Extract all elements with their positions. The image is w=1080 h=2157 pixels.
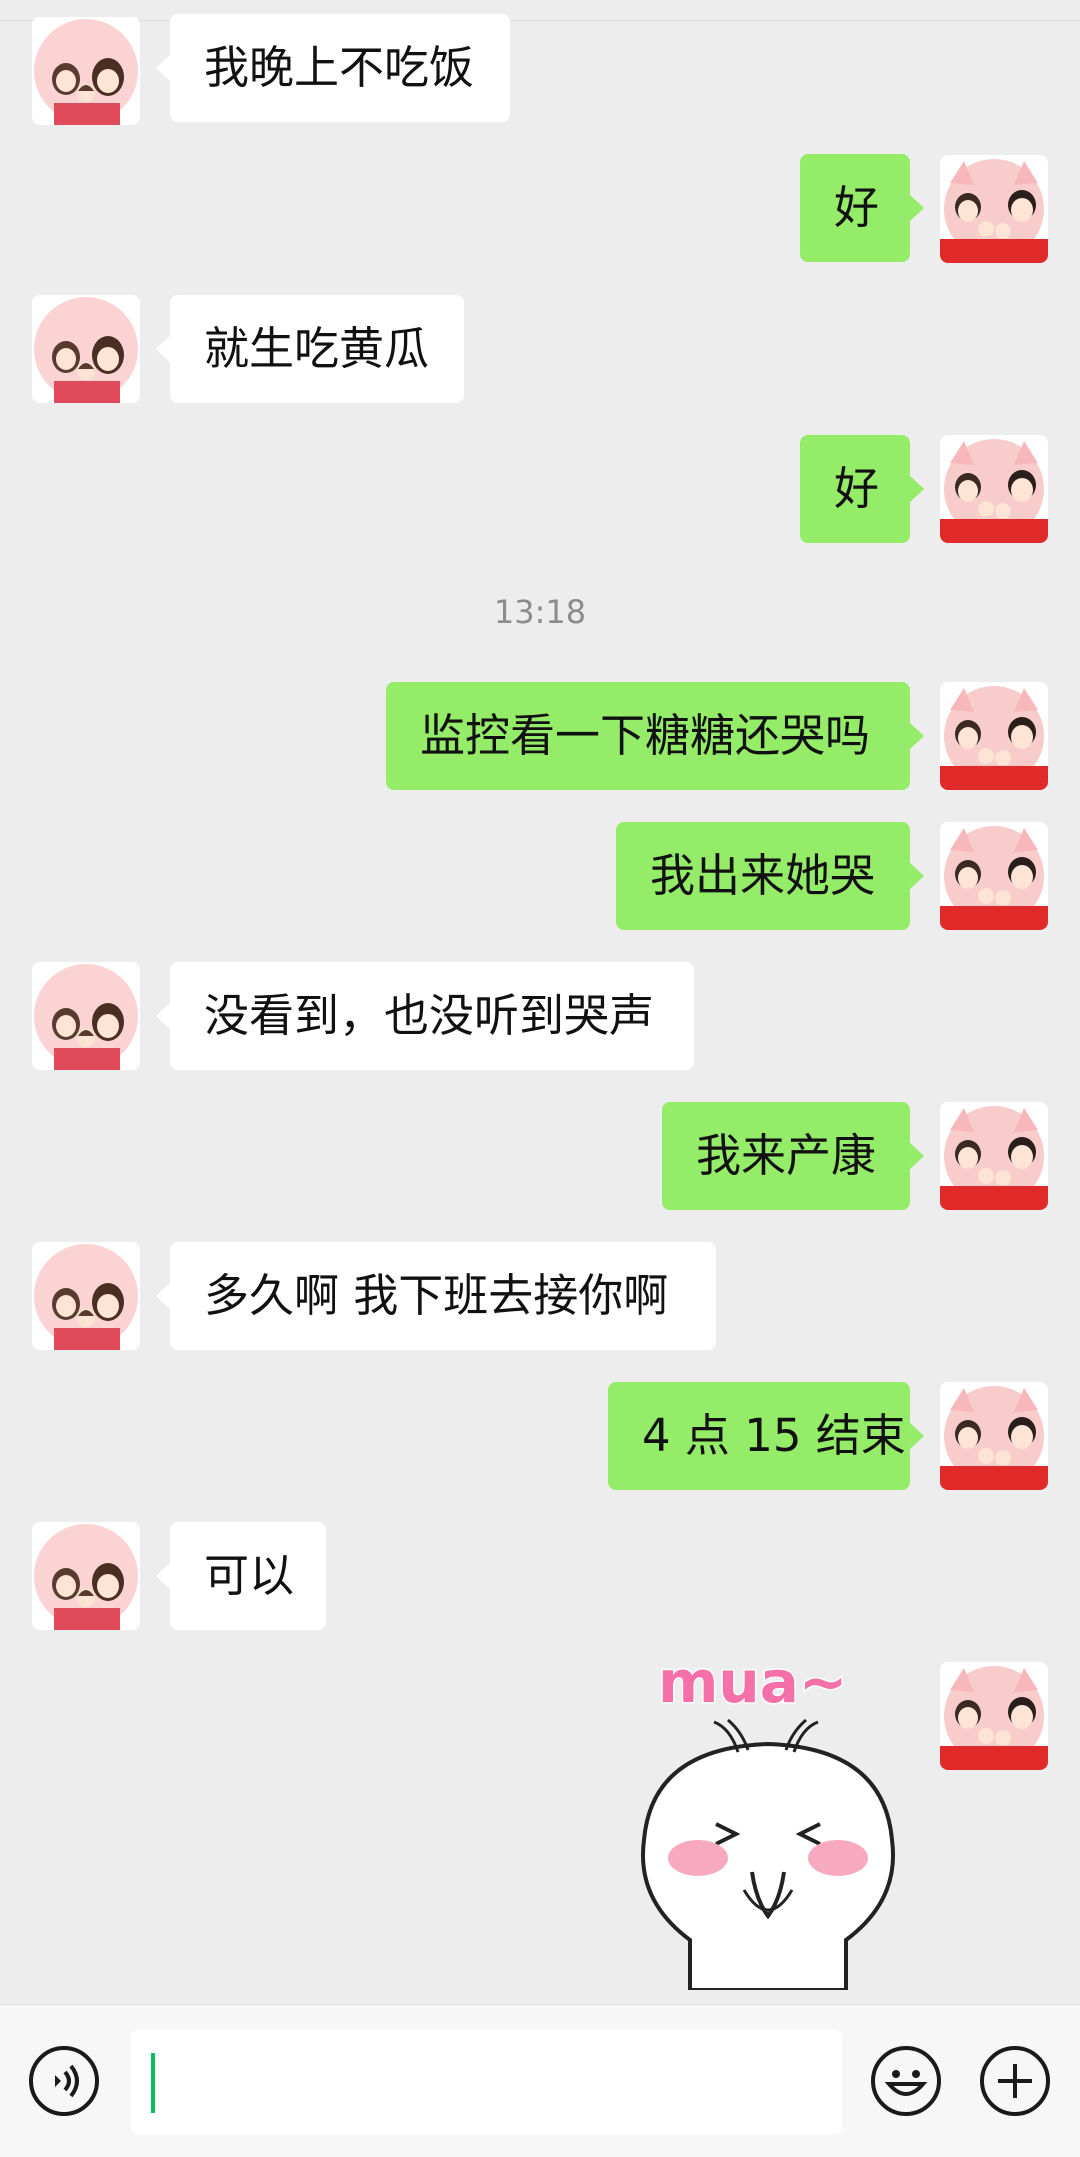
my-avatar[interactable]: [940, 1662, 1048, 1770]
incoming-message-bubble[interactable]: 我晚上不吃饭: [156, 14, 510, 122]
incoming-message-bubble[interactable]: 就生吃黄瓜: [156, 295, 464, 403]
my-avatar[interactable]: [940, 435, 1048, 543]
incoming-message-bubble[interactable]: 多久啊 我下班去接你啊: [156, 1242, 716, 1350]
cute-blob-sticker-icon: [641, 1718, 895, 1992]
more-button[interactable]: [980, 2046, 1050, 2116]
chat-input-bar: [0, 2004, 1080, 2157]
message-text: 多久啊 我下班去接你啊: [204, 1269, 669, 1322]
text-cursor: [151, 2053, 155, 2113]
contact-avatar[interactable]: [32, 295, 140, 403]
my-avatar[interactable]: [940, 1102, 1048, 1210]
message-text: 我晚上不吃饭: [204, 41, 475, 94]
my-avatar[interactable]: [940, 682, 1048, 790]
contact-avatar[interactable]: [32, 962, 140, 1070]
outgoing-message-bubble[interactable]: 我来产康: [662, 1102, 924, 1210]
contact-avatar[interactable]: [32, 1522, 140, 1630]
outgoing-message-bubble[interactable]: 我出来她哭: [616, 822, 924, 930]
message-text: 可以: [204, 1549, 295, 1602]
message-text: 好: [834, 462, 880, 515]
message-text: 没看到，也没听到哭声: [204, 989, 655, 1042]
outgoing-message-bubble[interactable]: 好: [800, 154, 924, 262]
message-text: 4 点 15 结束: [642, 1409, 906, 1462]
contact-avatar[interactable]: [32, 1242, 140, 1350]
message-text: 我来产康: [696, 1129, 877, 1182]
message-text: 我出来她哭: [650, 849, 876, 902]
top-divider: [0, 20, 1080, 21]
emoji-icon: [884, 2070, 928, 2096]
my-avatar[interactable]: [940, 822, 1048, 930]
incoming-message-bubble[interactable]: 可以: [156, 1522, 326, 1630]
message-text: 就生吃黄瓜: [204, 322, 430, 375]
contact-avatar[interactable]: [32, 17, 140, 125]
my-avatar[interactable]: [940, 155, 1048, 263]
message-input[interactable]: [131, 2029, 842, 2135]
voice-icon: [55, 2064, 79, 2098]
outgoing-message-bubble[interactable]: 好: [800, 435, 924, 543]
message-timestamp: 13:18: [493, 593, 587, 631]
sticker-caption: mua~: [658, 1648, 847, 1716]
incoming-message-bubble[interactable]: 没看到，也没听到哭声: [156, 962, 694, 1070]
message-text: 好: [834, 181, 880, 234]
plus-icon: [998, 2064, 1032, 2098]
message-text: 监控看一下糖糖还哭吗: [420, 709, 871, 762]
sticker-message[interactable]: mua~: [618, 1640, 918, 1992]
voice-button[interactable]: [29, 2046, 99, 2116]
outgoing-message-bubble[interactable]: 监控看一下糖糖还哭吗: [386, 682, 924, 790]
my-avatar[interactable]: [940, 1382, 1048, 1490]
emoji-button[interactable]: [871, 2046, 941, 2116]
outgoing-message-bubble[interactable]: 4 点 15 结束: [608, 1382, 924, 1490]
